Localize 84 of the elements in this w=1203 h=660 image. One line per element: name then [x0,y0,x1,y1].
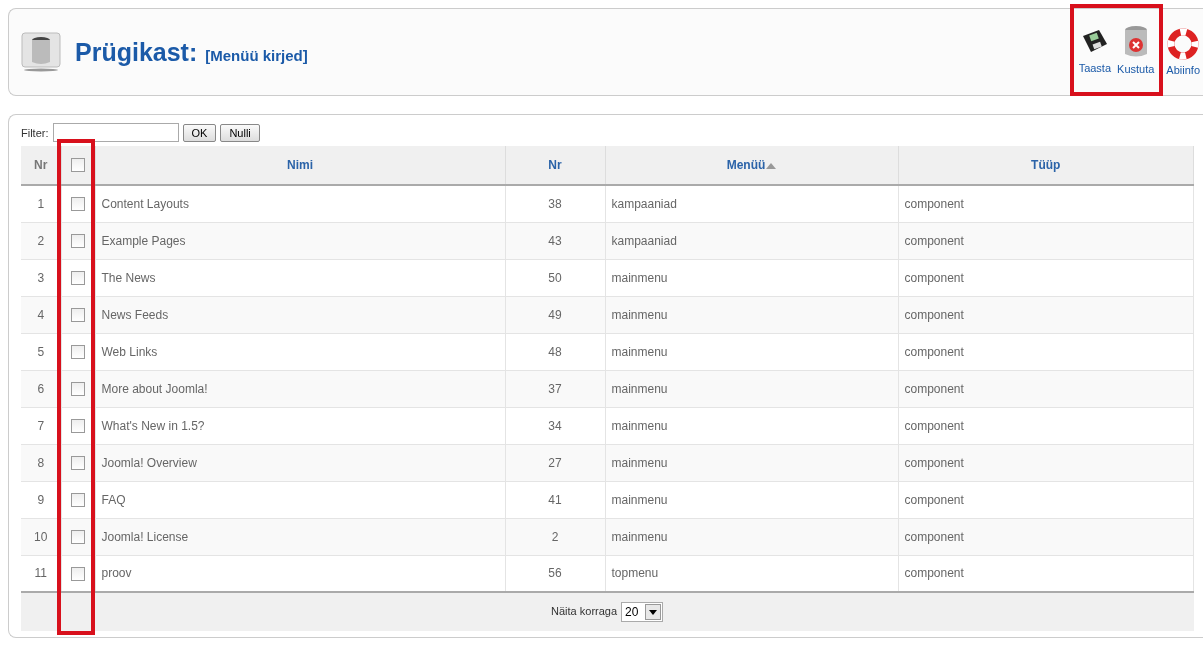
column-header[interactable]: Nr [505,146,605,185]
filter-button[interactable]: OK [182,123,217,142]
toolbar-button-label: Kustuta [1117,63,1155,75]
filter-label: Filter: [21,126,49,139]
table-cell: mainmenu [605,481,898,518]
table-cell: 34 [505,407,605,444]
table-cell: component [898,296,1194,333]
row-number: 1 [21,185,61,222]
row-number: 2 [21,222,61,259]
table-cell: 38 [505,185,605,222]
table-cell: component [898,333,1194,370]
table-cell: component [898,370,1194,407]
row-number: 9 [21,481,61,518]
table-cell: kampaaniad [605,222,898,259]
filter-button[interactable]: Nulli [220,123,260,142]
table-cell: mainmenu [605,407,898,444]
table-cell: mainmenu [605,259,898,296]
table-cell: Example Pages [95,222,505,259]
trash-bin-icon [21,32,61,72]
page-size-select[interactable]: 20 [621,602,664,622]
table-cell: 41 [505,481,605,518]
table-cell: 43 [505,222,605,259]
table-cell: What's New in 1.5? [95,407,505,444]
row-checkbox[interactable] [71,344,85,359]
table-cell: mainmenu [605,370,898,407]
row-number: 4 [21,296,61,333]
table-cell: 37 [505,370,605,407]
row-number: 6 [21,370,61,407]
toolbar-button-label: Abiinfo [1166,64,1200,76]
table-cell: component [898,518,1194,555]
page-subtitle: [Menüü kirjed] [205,46,308,64]
table-cell: 48 [505,333,605,370]
row-number: 7 [21,407,61,444]
row-checkbox[interactable] [71,529,85,544]
toolbar-button[interactable]: Taasta [1075,26,1115,74]
table-cell: component [898,259,1194,296]
table-cell: kampaaniad [605,185,898,222]
table-cell: mainmenu [605,518,898,555]
row-number: 10 [21,518,61,555]
table-cell: News Feeds [95,296,505,333]
column-header[interactable]: Nimi [95,146,505,185]
row-checkbox[interactable] [71,492,85,507]
row-checkbox[interactable] [71,270,85,285]
table-cell: component [898,444,1194,481]
table-cell: component [898,481,1194,518]
row-checkbox[interactable] [71,197,85,212]
table-cell: 27 [505,444,605,481]
table-cell: Content Layouts [95,185,505,222]
filter-input[interactable] [52,123,179,142]
column-header[interactable]: Tüüp [898,146,1194,185]
table-cell: More about Joomla! [95,370,505,407]
life-ring-icon [1167,28,1200,60]
table-cell: mainmenu [605,333,898,370]
row-number: 5 [21,333,61,370]
table-cell: component [898,185,1194,222]
row-number: 3 [21,259,61,296]
table-cell: The News [95,259,505,296]
row-checkbox[interactable] [71,307,85,322]
column-header[interactable]: Nr [21,146,61,185]
row-checkbox[interactable] [71,455,85,470]
row-number: 8 [21,444,61,481]
page-title: Prügikast: [75,37,198,67]
caret-icon [649,609,658,615]
column-header[interactable]: Menüü [605,146,898,185]
toolbar-button-label: Taasta [1078,62,1112,74]
row-checkbox[interactable] [71,381,85,396]
table-cell: 49 [505,296,605,333]
select-all-checkbox[interactable] [71,158,85,173]
table-cell: Joomla! License [95,518,505,555]
row-checkbox[interactable] [71,566,85,581]
table-cell: FAQ [95,481,505,518]
table-cell: Web Links [95,333,505,370]
pagination-label: Näita korraga [551,605,618,618]
row-checkbox[interactable] [71,233,85,248]
table-cell: mainmenu [605,444,898,481]
table-cell: component [898,407,1194,444]
row-checkbox[interactable] [71,418,85,433]
table-cell: Joomla! Overview [95,444,505,481]
toolbar-button[interactable]: Kustuta [1114,25,1158,75]
table-cell: 50 [505,259,605,296]
table-cell: 2 [505,518,605,555]
toolbar-button[interactable]: Abiinfo [1163,28,1203,76]
table-cell: component [898,222,1194,259]
table-cell: mainmenu [605,296,898,333]
